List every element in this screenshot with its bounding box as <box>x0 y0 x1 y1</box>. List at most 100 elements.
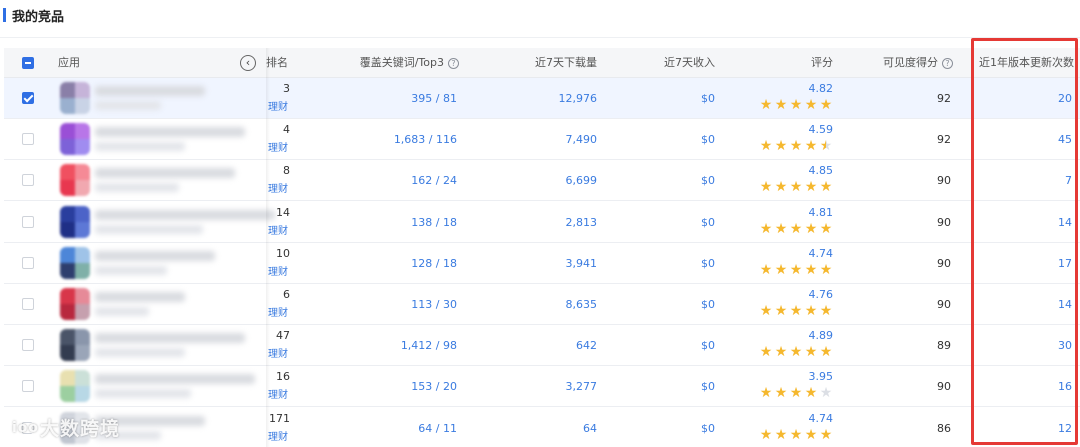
keywords-link[interactable]: 113 / 30 <box>304 284 457 325</box>
rank-category-link[interactable]: 理财 <box>268 98 288 113</box>
help-icon[interactable]: ? <box>448 57 459 69</box>
rank-category-link[interactable]: 理财 <box>268 304 288 319</box>
downloads-link[interactable]: 2,813 <box>474 202 598 243</box>
col-app[interactable]: 应用 <box>58 48 80 78</box>
star-icon: ★ <box>804 220 818 237</box>
app-cell[interactable] <box>40 202 275 243</box>
revenue-link[interactable]: $0 <box>604 78 715 119</box>
rating-cell[interactable]: 4.89 ★ ★ ★ ★ ★ <box>724 325 833 366</box>
row-checkbox[interactable] <box>22 256 34 269</box>
star-icon: ★ <box>789 426 803 443</box>
row-checkbox[interactable] <box>22 298 34 310</box>
col-rating[interactable]: 评分 <box>724 48 833 78</box>
table-row[interactable]: 3 理财 395 / 81 12,976 $0 4.82 ★ ★ ★ ★ ★ 92 20 <box>4 78 1080 119</box>
revenue-link[interactable]: $0 <box>604 284 715 325</box>
rating-cell[interactable]: 4.81 ★ ★ ★ ★ ★ <box>724 202 833 243</box>
updates-link[interactable]: 7 <box>964 160 1072 201</box>
rating-cell[interactable]: 4.59 ★ ★ ★ ★ ★ <box>724 119 833 160</box>
visibility-score: 90 <box>937 256 951 270</box>
table-row[interactable]: 4 理财 1,683 / 116 7,490 $0 4.59 ★ ★ ★ ★ ★ 92 45 <box>4 119 1080 161</box>
app-cell[interactable] <box>40 325 266 366</box>
revenue-link[interactable]: $0 <box>604 202 715 243</box>
keywords-link[interactable]: 138 / 18 <box>304 202 457 243</box>
downloads-link[interactable]: 64 <box>474 408 597 447</box>
rating-cell[interactable]: 4.74 ★ ★ ★ ★ ★ <box>724 243 833 284</box>
app-cell[interactable] <box>40 160 266 201</box>
revenue-link[interactable]: $0 <box>604 408 715 447</box>
app-cell[interactable] <box>40 366 266 407</box>
downloads-link[interactable]: 3,277 <box>474 366 598 407</box>
rating-cell[interactable]: 4.74 ★ ★ ★ ★ ★ <box>724 408 833 447</box>
col-downloads[interactable]: 近7天下载量 <box>474 48 597 78</box>
table-row[interactable]: 8 理财 162 / 24 6,699 $0 4.85 ★ ★ ★ ★ ★ 90 7 <box>4 160 1080 202</box>
rating-cell[interactable]: 4.85 ★ ★ ★ ★ ★ <box>724 160 833 201</box>
updates-link[interactable]: 20 <box>964 78 1072 119</box>
row-checkbox[interactable] <box>22 174 34 187</box>
collapse-column-icon[interactable]: ‹ <box>240 55 256 71</box>
revenue-link[interactable]: $0 <box>604 325 715 366</box>
updates-link[interactable]: 30 <box>964 325 1072 366</box>
rank-category-link[interactable]: 理财 <box>268 222 288 237</box>
app-icon <box>60 329 90 362</box>
col-keywords[interactable]: 覆盖关键词/Top3? <box>304 48 459 78</box>
app-icon-quad-tl <box>60 246 75 263</box>
app-icon-quad-tr <box>75 123 90 140</box>
downloads-link[interactable]: 6,699 <box>474 160 598 201</box>
col-visibility[interactable]: 可见度得分? <box>844 48 953 78</box>
revenue-link[interactable]: $0 <box>604 119 715 160</box>
rank-category-link[interactable]: 理财 <box>268 345 288 360</box>
app-cell[interactable] <box>40 284 266 325</box>
keywords-link[interactable]: 1,412 / 98 <box>304 325 457 366</box>
app-cell[interactable] <box>40 243 266 284</box>
updates-link[interactable]: 12 <box>964 408 1072 447</box>
downloads-link[interactable]: 8,635 <box>474 284 598 325</box>
app-cell[interactable] <box>40 78 266 119</box>
updates-link[interactable]: 16 <box>964 366 1072 407</box>
row-checkbox[interactable] <box>22 339 34 352</box>
row-checkbox[interactable] <box>22 380 34 393</box>
rating-cell[interactable]: 4.76 ★ ★ ★ ★ ★ <box>724 284 833 325</box>
select-all-checkbox[interactable] <box>22 57 34 69</box>
rating-cell[interactable]: 4.82 ★ ★ ★ ★ ★ <box>724 78 833 119</box>
downloads-link[interactable]: 3,941 <box>474 243 598 284</box>
keywords-link[interactable]: 395 / 81 <box>304 78 457 119</box>
updates-link[interactable]: 14 <box>964 284 1072 325</box>
table-row[interactable]: 14 理财 138 / 18 2,813 $0 4.81 ★ ★ ★ ★ ★ 90 14 <box>4 202 1080 243</box>
rank-category-link[interactable]: 理财 <box>268 139 288 154</box>
keywords-link[interactable]: 1,683 / 116 <box>304 119 457 160</box>
updates-link[interactable]: 45 <box>964 119 1072 160</box>
updates-link[interactable]: 17 <box>964 243 1072 284</box>
downloads-link[interactable]: 12,976 <box>474 78 598 119</box>
col-revenue[interactable]: 近7天收入 <box>604 48 715 78</box>
app-dev-redacted <box>95 348 185 358</box>
downloads-link[interactable]: 7,490 <box>474 119 598 160</box>
rank-category-link[interactable]: 理财 <box>268 180 288 195</box>
revenue-link[interactable]: $0 <box>604 243 715 284</box>
rating-cell[interactable]: 3.95 ★ ★ ★ ★ ★ <box>724 366 833 407</box>
rank-category-link[interactable]: 理财 <box>268 263 288 278</box>
star-icon: ★ <box>774 385 788 402</box>
updates-link[interactable]: 14 <box>964 202 1072 243</box>
help-icon[interactable]: ? <box>942 57 953 69</box>
revenue-link[interactable]: $0 <box>604 160 715 201</box>
keywords-link[interactable]: 64 / 11 <box>304 408 457 447</box>
row-checkbox[interactable] <box>22 215 34 228</box>
table-row[interactable]: 6 理财 113 / 30 8,635 $0 4.76 ★ ★ ★ ★ ★ 90 14 <box>4 284 1080 325</box>
table-row[interactable]: 171 理财 64 / 11 64 $0 4.74 ★ ★ ★ ★ ★ 86 12 <box>4 408 1080 447</box>
table-row[interactable]: 16 理财 153 / 20 3,277 $0 3.95 ★ ★ ★ ★ ★ 90 16 <box>4 366 1080 408</box>
keywords-link[interactable]: 162 / 24 <box>304 160 457 201</box>
keywords-link[interactable]: 153 / 20 <box>304 366 457 407</box>
app-icon-quad-tl <box>60 288 75 304</box>
table-row[interactable]: 47 理财 1,412 / 98 642 $0 4.89 ★ ★ ★ ★ ★ 89 30 <box>4 325 1080 367</box>
revenue-link[interactable]: $0 <box>604 366 715 407</box>
table-row[interactable]: 10 理财 128 / 18 3,941 $0 4.74 ★ ★ ★ ★ ★ 90 17 <box>4 243 1080 284</box>
rank-category-link[interactable]: 理财 <box>268 386 288 401</box>
app-cell[interactable] <box>40 119 266 160</box>
row-checkbox[interactable] <box>22 133 34 146</box>
rank-category-link[interactable]: 理财 <box>268 428 288 443</box>
keywords-link[interactable]: 128 / 18 <box>304 243 457 284</box>
row-checkbox[interactable] <box>22 92 34 104</box>
col-updates[interactable]: 近1年版本更新次数 <box>964 48 1074 78</box>
star-icon: ★ <box>774 303 788 319</box>
downloads-link[interactable]: 642 <box>474 325 597 366</box>
